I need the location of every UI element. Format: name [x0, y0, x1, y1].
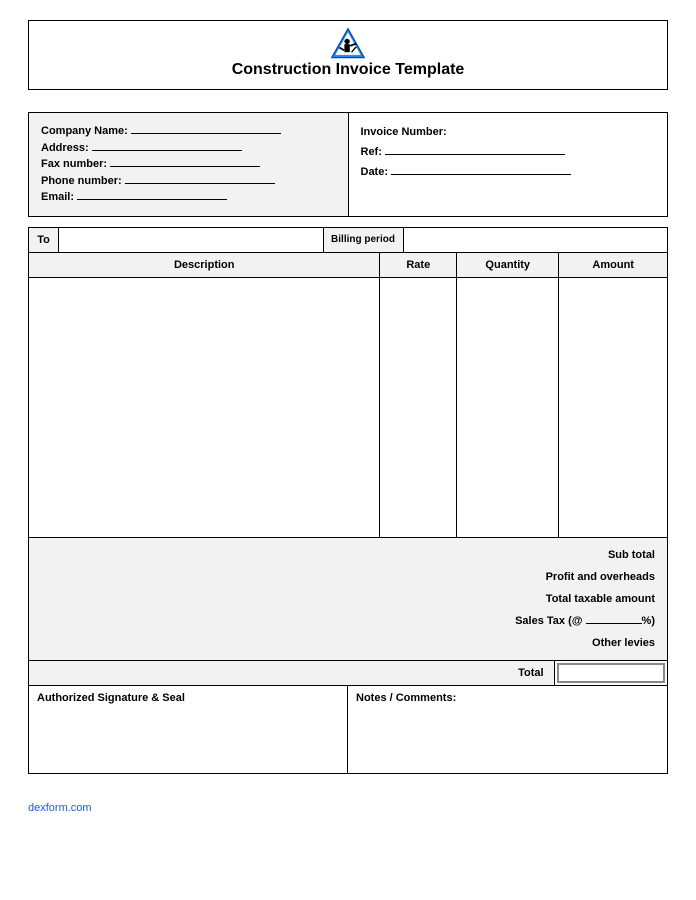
rate-cell[interactable]: [380, 277, 457, 537]
phone-field[interactable]: [125, 173, 275, 184]
quantity-cell[interactable]: [457, 277, 559, 537]
total-label: Total: [29, 661, 555, 685]
col-quantity: Quantity: [457, 252, 559, 277]
ref-label: Ref:: [361, 146, 382, 158]
signature-label: Authorized Signature & Seal: [37, 692, 185, 704]
line-items-table: Description Rate Quantity Amount: [28, 252, 668, 538]
company-name-field[interactable]: [131, 123, 281, 134]
levies-label: Other levies: [37, 632, 655, 654]
notes-label: Notes / Comments:: [356, 692, 456, 704]
taxable-label: Total taxable amount: [37, 588, 655, 610]
page-title: Construction Invoice Template: [29, 61, 667, 79]
total-row: Total: [28, 661, 668, 686]
billing-period-field[interactable]: [404, 228, 668, 252]
header-box: Construction Invoice Template: [28, 20, 668, 90]
col-description: Description: [29, 252, 380, 277]
billing-period-label: Billing period: [324, 228, 404, 252]
date-label: Date:: [361, 166, 389, 178]
sales-tax-rate-field[interactable]: [586, 614, 642, 624]
to-row: To Billing period: [28, 227, 668, 252]
dexform-link[interactable]: dexform.com: [28, 802, 668, 814]
fax-field[interactable]: [110, 156, 260, 167]
profit-label: Profit and overheads: [37, 566, 655, 588]
to-field[interactable]: [59, 228, 324, 252]
invoice-info-box: Invoice Number: Ref: Date:: [349, 113, 668, 216]
email-label: Email:: [41, 191, 74, 203]
address-label: Address:: [41, 142, 89, 154]
invoice-number-label: Invoice Number:: [361, 126, 447, 138]
amount-cell[interactable]: [559, 277, 668, 537]
col-rate: Rate: [380, 252, 457, 277]
construction-worker-icon: [330, 27, 366, 59]
fax-label: Fax number:: [41, 158, 107, 170]
notes-box[interactable]: Notes / Comments:: [348, 686, 667, 773]
sales-tax-label: Sales Tax (@ %): [37, 610, 655, 632]
subtotal-label: Sub total: [37, 544, 655, 566]
to-label: To: [29, 228, 59, 252]
description-cell[interactable]: [29, 277, 380, 537]
info-row: Company Name: Address: Fax number: Phone…: [28, 112, 668, 217]
phone-label: Phone number:: [41, 175, 122, 187]
ref-field[interactable]: [385, 144, 565, 155]
col-amount: Amount: [559, 252, 668, 277]
date-field[interactable]: [391, 164, 571, 175]
footer-row: Authorized Signature & Seal Notes / Comm…: [28, 686, 668, 774]
company-info-box: Company Name: Address: Fax number: Phone…: [29, 113, 349, 216]
address-field[interactable]: [92, 140, 242, 151]
company-name-label: Company Name:: [41, 125, 128, 137]
email-field[interactable]: [77, 189, 227, 200]
summary-box: Sub total Profit and overheads Total tax…: [28, 538, 668, 661]
total-value-field[interactable]: [557, 663, 665, 683]
signature-box[interactable]: Authorized Signature & Seal: [29, 686, 348, 773]
